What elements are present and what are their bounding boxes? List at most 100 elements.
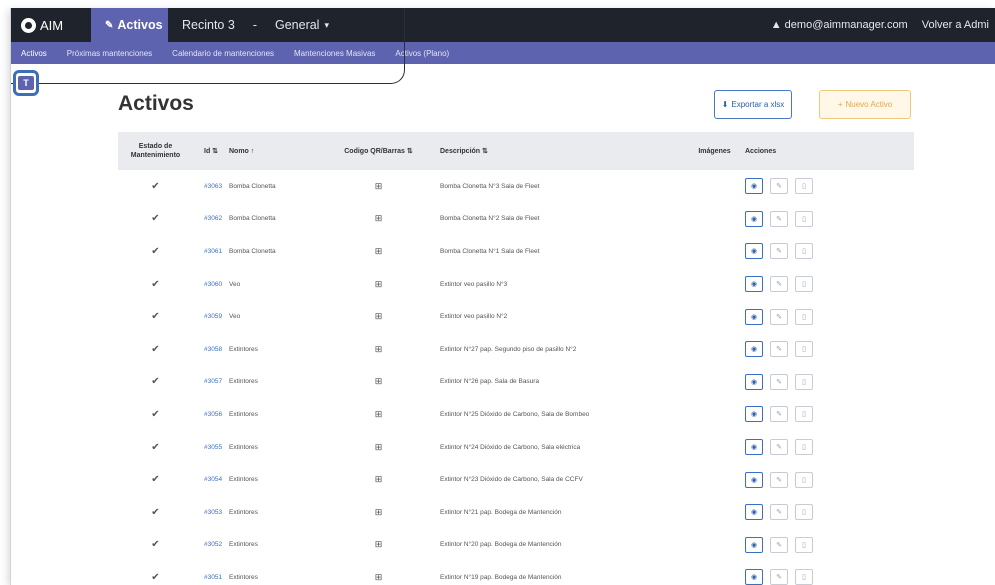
delete-button[interactable]: ▯ [795,210,813,227]
delete-button[interactable]: ▯ [795,178,813,195]
view-button[interactable]: ◉ [745,276,763,293]
qr-code-icon[interactable]: ⊞ [331,442,426,453]
view-button[interactable]: ◉ [745,341,763,358]
edit-button[interactable]: ✎ [770,373,788,390]
view-button[interactable]: ◉ [745,439,763,456]
asset-id-link[interactable]: #3058 [193,346,226,353]
pencil-icon: ✎ [776,313,782,321]
subnav-calendario[interactable]: Calendario de mantenciones [162,49,284,58]
view-button[interactable]: ◉ [745,471,763,488]
filter-toggle-button[interactable]: T [13,70,39,96]
asset-id-link[interactable]: #3060 [193,281,226,288]
delete-button[interactable]: ▯ [795,439,813,456]
delete-button[interactable]: ▯ [795,406,813,423]
qr-code-icon[interactable]: ⊞ [331,409,426,420]
qr-code-icon[interactable]: ⊞ [331,474,426,485]
qr-code-icon[interactable]: ⊞ [331,572,426,583]
asset-id-link[interactable]: #3061 [193,248,226,255]
delete-button[interactable]: ▯ [795,308,813,325]
new-asset-button[interactable]: + Nuevo Activo [819,90,911,119]
qr-code-icon[interactable]: ⊞ [331,213,426,224]
view-button[interactable]: ◉ [745,210,763,227]
maintenance-state-check-icon: ✔ [151,408,160,420]
view-button[interactable]: ◉ [745,308,763,325]
qr-code-icon[interactable]: ⊞ [331,344,426,355]
asset-id-link[interactable]: #3057 [193,378,226,385]
qr-code-icon[interactable]: ⊞ [331,246,426,257]
delete-button[interactable]: ▯ [795,569,813,585]
header-name[interactable]: Nomo ↑ [226,148,331,155]
view-button[interactable]: ◉ [745,569,763,585]
qr-code-icon[interactable]: ⊞ [331,539,426,550]
subnav-activos-plano[interactable]: Activos (Plano) [385,49,459,58]
qr-code-icon[interactable]: ⊞ [331,311,426,322]
qr-code-icon[interactable]: ⊞ [331,507,426,518]
delete-button[interactable]: ▯ [795,341,813,358]
eye-icon: ◉ [750,411,758,419]
subnav-mantenciones-masivas[interactable]: Mantenciones Masivas [284,49,385,58]
subnav-proximas-mantenciones[interactable]: Próximas mantenciones [57,49,162,58]
asset-name: Veo [229,280,241,288]
asset-id-link[interactable]: #3052 [193,541,226,548]
edit-button[interactable]: ✎ [770,406,788,423]
qr-code-icon[interactable]: ⊞ [331,181,426,192]
edit-button[interactable]: ✎ [770,341,788,358]
user-menu[interactable]: ▲ demo@aimmanager.com [771,19,908,31]
trash-icon: ▯ [802,541,806,549]
view-button[interactable]: ◉ [745,373,763,390]
view-button[interactable]: ◉ [745,406,763,423]
asset-id-link[interactable]: #3053 [193,509,226,516]
tab-recinto-label: Recinto 3 [182,18,235,32]
delete-button[interactable]: ▯ [795,373,813,390]
edit-button[interactable]: ✎ [770,504,788,521]
qr-code-icon[interactable]: ⊞ [331,376,426,387]
asset-name: Veo [229,313,241,321]
export-xlsx-button[interactable]: ⬇ Exportar a xlsx [714,90,792,119]
pencil-icon: ✎ [776,248,782,256]
view-button[interactable]: ◉ [745,178,763,195]
delete-button[interactable]: ▯ [795,471,813,488]
asset-description: Extintor N°21 pap. Bodega de Mantención [440,508,562,516]
back-to-admin-link[interactable]: Volver a Admi [922,19,989,31]
asset-id-link[interactable]: #3063 [193,183,226,190]
edit-button[interactable]: ✎ [770,536,788,553]
header-description[interactable]: Descripción ⇅ [426,147,686,155]
eye-icon: ◉ [750,541,758,549]
tab-general[interactable]: General ▾ [261,8,343,42]
edit-button[interactable]: ✎ [770,210,788,227]
delete-button[interactable]: ▯ [795,536,813,553]
asset-id-link[interactable]: #3059 [193,313,226,320]
asset-description: Extintor N°27 pap. Segundo piso de pasil… [440,345,577,353]
brand-logo[interactable]: AIM [11,17,91,33]
separator-dash: - [249,8,261,42]
edit-button[interactable]: ✎ [770,439,788,456]
asset-id-link[interactable]: #3055 [193,444,226,451]
asset-id-link[interactable]: #3056 [193,411,226,418]
row-actions: ◉ ✎ ▯ [743,308,833,325]
asset-id-link[interactable]: #3051 [193,574,226,581]
edit-button[interactable]: ✎ [770,569,788,585]
header-qr[interactable]: Codigo QR/Barras ⇅ [331,147,426,155]
asset-id-link[interactable]: #3062 [193,215,226,222]
trash-icon: ▯ [802,346,806,354]
edit-button[interactable]: ✎ [770,471,788,488]
view-button[interactable]: ◉ [745,536,763,553]
delete-button[interactable]: ▯ [795,243,813,260]
tab-recinto[interactable]: Recinto 3 [168,8,249,42]
view-button[interactable]: ◉ [745,243,763,260]
asset-description: Bomba Clonetta N°1 Sala de Fleet [440,247,540,255]
delete-button[interactable]: ▯ [795,504,813,521]
tab-activos[interactable]: ✎ Activos [91,8,168,42]
view-button[interactable]: ◉ [745,504,763,521]
edit-button[interactable]: ✎ [770,178,788,195]
asset-id-link[interactable]: #3054 [193,476,226,483]
header-state[interactable]: Estado de Mantenimiento [118,142,193,160]
edit-button[interactable]: ✎ [770,276,788,293]
delete-button[interactable]: ▯ [795,276,813,293]
dash-label: - [252,18,257,32]
edit-button[interactable]: ✎ [770,243,788,260]
header-id[interactable]: Id ⇅ [193,147,226,155]
qr-code-icon[interactable]: ⊞ [331,279,426,290]
subnav-activos[interactable]: Activos [11,49,57,58]
edit-button[interactable]: ✎ [770,308,788,325]
